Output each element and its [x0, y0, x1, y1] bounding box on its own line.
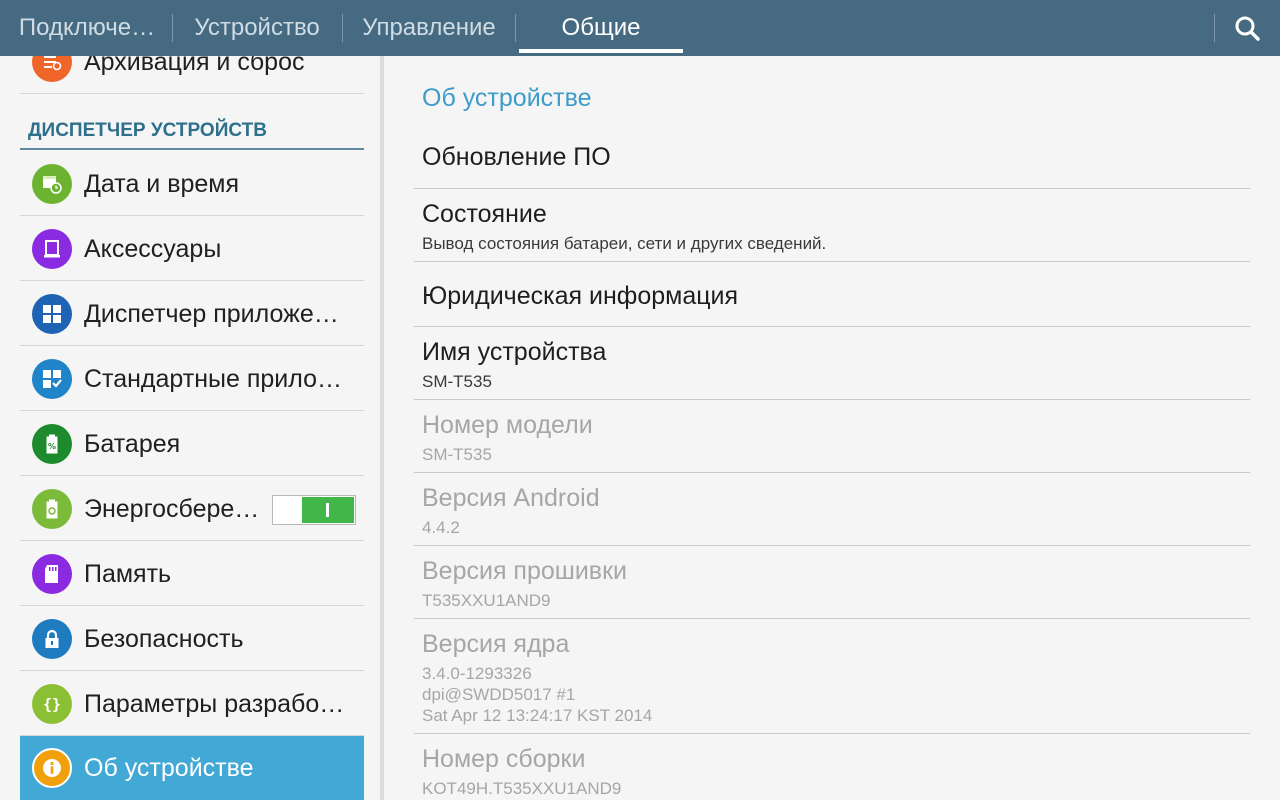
- row-title: Юридическая информация: [422, 282, 739, 310]
- sidebar-item-label: Безопасность: [84, 625, 244, 653]
- row-legal-info[interactable]: Юридическая информация: [414, 262, 1250, 327]
- row-firmware-version: Версия прошивки T535XXU1AND9: [414, 546, 1250, 619]
- row-subtitle: Вывод состояния батареи, сети и других с…: [422, 234, 827, 253]
- row-title: Версия ядра: [422, 630, 570, 658]
- settings-sidebar: Архивация и сброс ДИСПЕТЧЕР УСТРОЙСТВ Да…: [0, 56, 380, 800]
- tab-separator: [1214, 14, 1215, 42]
- page-title: Об устройстве: [422, 84, 592, 112]
- tab-connections[interactable]: Подключе…: [14, 0, 160, 56]
- toggle-on-indicator: [302, 497, 354, 523]
- sidebar-item-label: Память: [84, 560, 172, 588]
- accessory-icon: [32, 229, 72, 269]
- sidebar-item-security[interactable]: Безопасность: [20, 607, 364, 671]
- sidebar-item-label: Об устройстве: [84, 754, 254, 782]
- app-grid-icon: [32, 294, 72, 334]
- sidebar-item-label: Батарея: [84, 430, 181, 458]
- row-subtitle: 4.4.2: [422, 518, 460, 537]
- backup-icon: [32, 56, 72, 82]
- sidebar-item-label: Энергосбере…: [84, 495, 260, 523]
- sidebar-item-battery[interactable]: % Батарея: [20, 412, 364, 476]
- tab-separator: [172, 14, 173, 42]
- sidebar-item-about-device[interactable]: Об устройстве: [20, 736, 364, 800]
- row-title: Номер сборки: [422, 745, 586, 773]
- row-model-number: Номер модели SM-T535: [414, 400, 1250, 473]
- sidebar-item-date-time[interactable]: Дата и время: [20, 152, 364, 216]
- tab-separator: [342, 14, 343, 42]
- svg-text:{}: {}: [43, 696, 61, 714]
- sidebar-item-label: Аксессуары: [84, 235, 222, 263]
- search-icon: [1235, 16, 1260, 41]
- sidebar-item-storage[interactable]: Память: [20, 542, 364, 606]
- section-header-device-manager: ДИСПЕТЧЕР УСТРОЙСТВ: [20, 116, 364, 150]
- search-button[interactable]: [1228, 10, 1268, 46]
- battery-icon: %: [32, 424, 72, 464]
- lock-icon: [32, 619, 72, 659]
- row-title: Версия прошивки: [422, 557, 627, 585]
- row-status[interactable]: Состояние Вывод состояния батареи, сети …: [414, 189, 1250, 262]
- tab-controls[interactable]: Управление: [354, 0, 504, 56]
- row-subtitle: T535XXU1AND9: [422, 591, 551, 610]
- row-subtitle: SM-T535: [422, 372, 492, 391]
- sidebar-item-app-manager[interactable]: Диспетчер приложе…: [20, 282, 364, 346]
- sidebar-item-label: Стандартные прило…: [84, 365, 343, 393]
- tab-separator: [515, 14, 516, 42]
- sidebar-item-developer-options[interactable]: {} Параметры разрабо…: [20, 672, 364, 736]
- row-subtitle: KOT49H.T535XXU1AND9: [422, 779, 622, 798]
- row-title: Номер модели: [422, 411, 593, 439]
- row-title: Состояние: [422, 200, 547, 228]
- about-device-content: Об устройстве Обновление ПО Состояние Вы…: [384, 56, 1280, 800]
- tab-device[interactable]: Устройство: [184, 0, 330, 56]
- tab-general[interactable]: Общие: [519, 0, 683, 56]
- calendar-clock-icon: [32, 164, 72, 204]
- default-apps-icon: [32, 359, 72, 399]
- row-title: Версия Android: [422, 484, 600, 512]
- info-icon: [32, 748, 72, 788]
- row-device-name[interactable]: Имя устройства SM-T535: [414, 327, 1250, 400]
- row-title: Обновление ПО: [422, 143, 611, 171]
- sidebar-item-label: Архивация и сброс: [84, 56, 305, 76]
- top-tab-bar: Подключе… Устройство Управление Общие: [0, 0, 1280, 56]
- sidebar-item-accessories[interactable]: Аксессуары: [20, 217, 364, 281]
- active-tab-indicator: [519, 49, 683, 53]
- svg-text:%: %: [48, 442, 56, 451]
- row-subtitle: 3.4.0-1293326 dpi@SWDD5017 #1 Sat Apr 12…: [422, 664, 653, 725]
- row-kernel-version: Версия ядра 3.4.0-1293326 dpi@SWDD5017 #…: [414, 619, 1250, 734]
- sidebar-item-backup-reset[interactable]: Архивация и сброс: [20, 56, 364, 94]
- row-software-update[interactable]: Обновление ПО: [414, 132, 1250, 189]
- power-saving-toggle[interactable]: [272, 495, 356, 525]
- row-title: Имя устройства: [422, 338, 607, 366]
- sidebar-item-label: Параметры разрабо…: [84, 690, 345, 718]
- power-saving-icon: [32, 489, 72, 529]
- sidebar-item-default-apps[interactable]: Стандартные прило…: [20, 347, 364, 411]
- developer-icon: {}: [32, 684, 72, 724]
- sidebar-item-power-saving[interactable]: Энергосбере…: [20, 477, 364, 541]
- row-build-number: Номер сборки KOT49H.T535XXU1AND9: [414, 734, 1250, 800]
- row-android-version: Версия Android 4.4.2: [414, 473, 1250, 546]
- sidebar-item-label: Дата и время: [84, 170, 240, 198]
- storage-icon: [32, 554, 72, 594]
- row-subtitle: SM-T535: [422, 445, 492, 464]
- sidebar-item-label: Диспетчер приложе…: [84, 300, 339, 328]
